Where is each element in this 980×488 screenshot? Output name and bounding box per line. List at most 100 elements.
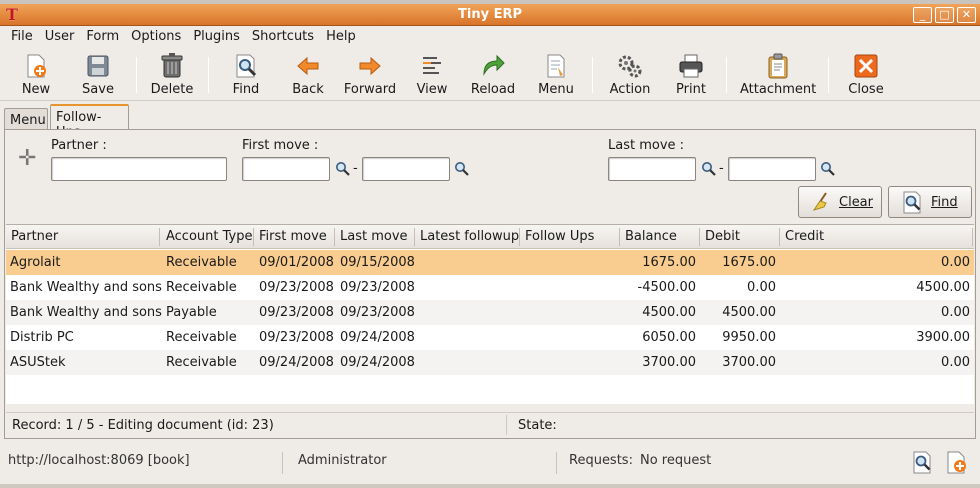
col-latest-followup[interactable]: Latest followup	[420, 229, 519, 244]
read-requests-icon[interactable]	[911, 450, 935, 474]
range-dash: -	[353, 161, 358, 176]
cell-credit: 0.00	[941, 305, 970, 320]
minimize-icon[interactable]: _	[913, 7, 932, 23]
cell-debit: 0.00	[747, 280, 776, 295]
range-dash: -	[719, 161, 724, 176]
forward-button[interactable]: Forward	[342, 51, 398, 97]
search-icon[interactable]	[820, 161, 836, 177]
cell-account-type: Receivable	[166, 355, 237, 370]
new-button[interactable]: New	[16, 51, 56, 97]
cell-partner: Bank Wealthy and sons	[10, 280, 162, 295]
search-icon[interactable]	[454, 161, 470, 177]
search-icon[interactable]	[335, 161, 351, 177]
cell-balance: 3700.00	[642, 355, 696, 370]
back-label: Back	[292, 82, 324, 97]
broom-icon	[812, 192, 827, 211]
cell-first-move: 09/23/2008	[259, 305, 334, 320]
requests-label: Requests:	[569, 453, 633, 468]
last-move-to-input[interactable]	[728, 157, 816, 181]
reload-button[interactable]: Reload	[470, 51, 516, 97]
cell-last-move: 09/24/2008	[340, 355, 415, 370]
requests-value: No request	[640, 453, 712, 468]
table-row[interactable]: Bank Wealthy and sons Payable 09/23/2008…	[6, 300, 974, 325]
table-row[interactable]: ASUStek Receivable 09/24/2008 09/24/2008…	[6, 350, 974, 375]
status-bar: http://localhost:8069 [book] Administrat…	[0, 448, 980, 478]
save-button[interactable]: Save	[78, 51, 118, 97]
find-label: Find	[232, 82, 260, 97]
menu-plugins[interactable]: Plugins	[187, 26, 246, 48]
last-move-label: Last move :	[608, 138, 685, 153]
tab-follow-ups[interactable]: Follow-Ups	[50, 104, 129, 140]
first-move-to-input[interactable]	[362, 157, 450, 181]
table-row[interactable]: Distrib PC Receivable 09/23/2008 09/24/2…	[6, 325, 974, 350]
print-button[interactable]: Print	[672, 51, 710, 97]
table-row[interactable]: Agrolait Receivable 09/01/2008 09/15/200…	[6, 250, 974, 275]
delete-button[interactable]: Delete	[148, 51, 196, 97]
cell-credit: 0.00	[941, 355, 970, 370]
clear-button[interactable]: Clear	[798, 186, 882, 218]
cell-debit: 1675.00	[722, 255, 776, 270]
state-label: State:	[518, 418, 557, 433]
menu-help[interactable]: Help	[320, 26, 362, 48]
partner-input[interactable]	[51, 157, 227, 181]
cell-debit: 3700.00	[722, 355, 776, 370]
cell-credit: 3900.00	[916, 330, 970, 345]
search-find-button[interactable]: Find	[888, 186, 972, 218]
view-label: View	[416, 82, 448, 97]
cell-balance: 1675.00	[642, 255, 696, 270]
menu-shortcuts[interactable]: Shortcuts	[246, 26, 320, 48]
new-label: New	[21, 82, 51, 97]
col-follow-ups[interactable]: Follow Ups	[525, 229, 594, 244]
follow-ups-panel: ✛ Partner : First move : - Last move : -…	[4, 129, 976, 439]
menu-file[interactable]: File	[5, 26, 39, 48]
floppy-disk-icon	[87, 55, 109, 77]
find-label: Find	[931, 194, 958, 210]
cell-account-type: Receivable	[166, 280, 237, 295]
close-window-icon[interactable]: ✕	[957, 7, 976, 23]
find-button[interactable]: Find	[226, 51, 266, 97]
table-header: Partner Account Type First move Last mov…	[6, 225, 974, 249]
action-button[interactable]: Action	[608, 51, 652, 97]
menu-button[interactable]: Menu	[536, 51, 576, 97]
cell-last-move: 09/23/2008	[340, 305, 415, 320]
col-account-type[interactable]: Account Type	[166, 229, 252, 244]
back-button[interactable]: Back	[288, 51, 328, 97]
last-move-from-input[interactable]	[608, 157, 696, 181]
view-button[interactable]: View	[414, 51, 450, 97]
table-row[interactable]: Bank Wealthy and sons Receivable 09/23/2…	[6, 275, 974, 300]
window-titlebar[interactable]: T Tiny ERP _ □ ✕	[0, 4, 980, 26]
save-label: Save	[82, 82, 114, 97]
menu-user[interactable]: User	[39, 26, 81, 48]
col-last-move[interactable]: Last move	[340, 229, 408, 244]
trash-can-icon	[161, 53, 183, 78]
cell-balance: 6050.00	[642, 330, 696, 345]
cell-first-move: 09/24/2008	[259, 355, 334, 370]
col-credit[interactable]: Credit	[785, 229, 824, 244]
action-label: Action	[609, 82, 651, 97]
window-bottom-edge	[0, 484, 980, 488]
col-debit[interactable]: Debit	[705, 229, 740, 244]
new-document-icon	[27, 54, 46, 78]
cell-account-type: Payable	[166, 305, 217, 320]
search-icon[interactable]	[701, 161, 717, 177]
cell-first-move: 09/23/2008	[259, 280, 334, 295]
gears-icon	[618, 55, 642, 78]
delete-label: Delete	[150, 82, 194, 97]
new-request-icon[interactable]	[945, 450, 969, 474]
cell-last-move: 09/24/2008	[340, 330, 415, 345]
attachment-button[interactable]: Attachment	[740, 51, 816, 97]
menu-form[interactable]: Form	[80, 26, 125, 48]
expand-plus-icon[interactable]: ✛	[18, 148, 36, 170]
col-first-move[interactable]: First move	[259, 229, 327, 244]
col-balance[interactable]: Balance	[625, 229, 677, 244]
close-button[interactable]: Close	[846, 51, 886, 97]
maximize-icon[interactable]: □	[935, 7, 954, 23]
menu-options[interactable]: Options	[125, 26, 187, 48]
toolbar: New Save Delete Find Back Forward View R…	[0, 49, 980, 101]
attachment-label: Attachment	[740, 82, 817, 97]
cell-first-move: 09/23/2008	[259, 330, 334, 345]
first-move-from-input[interactable]	[242, 157, 330, 181]
col-partner[interactable]: Partner	[11, 229, 58, 244]
cell-balance: 4500.00	[642, 305, 696, 320]
reload-arrow-icon	[483, 54, 505, 76]
